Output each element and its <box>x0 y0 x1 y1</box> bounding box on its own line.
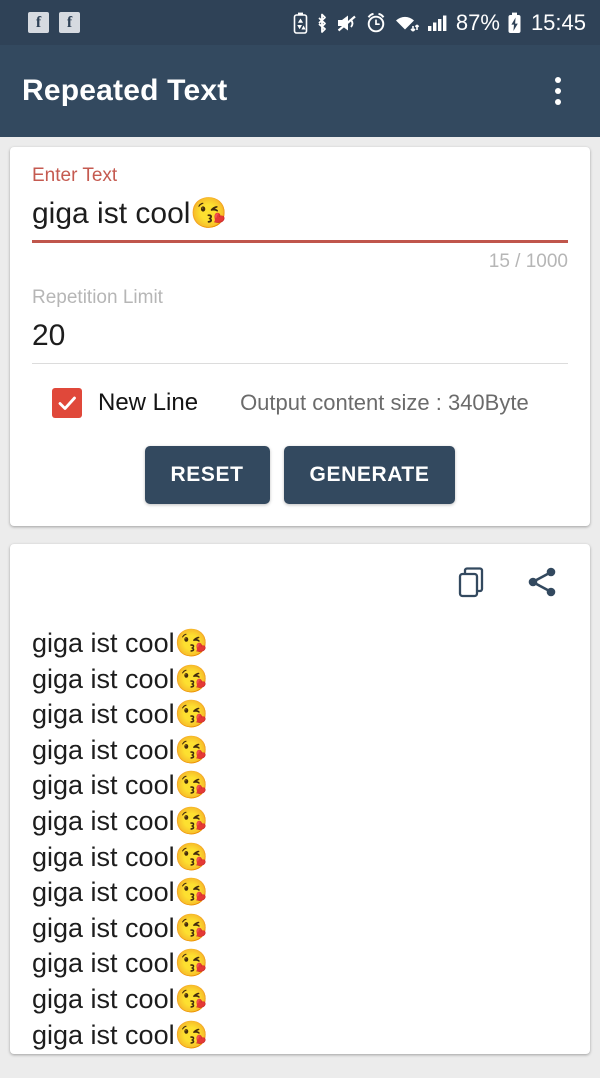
app-bar: Repeated Text <box>0 45 600 137</box>
battery-saver-icon <box>293 12 308 34</box>
check-icon <box>58 396 76 410</box>
repetition-limit-input[interactable]: 20 <box>32 319 568 362</box>
output-line: giga ist cool😘 <box>32 770 209 801</box>
status-bar: f f 87% 15:45 <box>0 0 600 45</box>
generate-button[interactable]: GENERATE <box>283 446 456 504</box>
facebook-icon: f <box>59 12 80 33</box>
alarm-icon <box>365 12 387 34</box>
enter-text-input[interactable]: giga ist cool😘 <box>32 197 568 240</box>
output-line: giga ist cool😘 <box>32 805 209 836</box>
bluetooth-icon <box>315 12 329 34</box>
copy-icon[interactable] <box>450 560 494 604</box>
new-line-checkbox[interactable] <box>52 388 82 418</box>
output-line: giga ist cool😘 <box>32 663 209 694</box>
output-line: giga ist cool😘 <box>32 1019 209 1050</box>
output-line: giga ist cool😘 <box>32 983 209 1014</box>
clock-label: 15:45 <box>530 9 586 35</box>
status-bar-system-icons: 87% 15:45 <box>293 10 586 36</box>
new-line-label: New Line <box>98 389 199 416</box>
output-line: giga ist cool😘 <box>32 628 209 658</box>
battery-charging-icon <box>507 12 522 34</box>
more-options-icon[interactable] <box>538 66 578 116</box>
output-line: giga ist cool😘 <box>32 841 209 872</box>
output-line: giga ist cool😘 <box>32 912 209 943</box>
output-size-label: Output content size : 340Byte <box>240 390 529 415</box>
battery-percent-label: 87% <box>455 9 500 35</box>
output-line: giga ist cool😘 <box>32 948 209 979</box>
output-line: giga ist cool😘 <box>32 734 209 765</box>
input-card: Enter Text giga ist cool😘 15 / 1000 Repe… <box>10 147 590 526</box>
repetition-limit-label: Repetition Limit <box>32 286 163 308</box>
mute-icon <box>336 12 358 34</box>
character-counter: 15 / 1000 <box>488 250 568 272</box>
app-screen: f f 87% 15:45 Repeated Text Enter Text g… <box>0 0 600 1078</box>
enter-text-label: Enter Text <box>32 165 118 186</box>
reset-button[interactable]: RESET <box>144 446 270 504</box>
output-actions <box>28 560 572 604</box>
new-line-row: New Line Output content size : 340Byte <box>32 388 568 418</box>
dot <box>555 88 561 94</box>
status-bar-notifications: f f <box>28 12 80 33</box>
page-title: Repeated Text <box>22 74 228 107</box>
signal-icon <box>427 12 449 34</box>
repetition-limit-underline <box>32 363 568 364</box>
dot <box>555 77 561 83</box>
action-buttons: RESET GENERATE <box>32 446 568 504</box>
dot <box>555 99 561 105</box>
share-icon[interactable] <box>520 560 564 604</box>
facebook-icon: f <box>28 12 49 33</box>
enter-text-underline <box>32 239 568 243</box>
wifi-icon <box>394 12 420 34</box>
output-card: giga ist cool😘 giga ist cool😘 giga ist coo… <box>10 544 590 1054</box>
output-line: giga ist cool😘 <box>32 699 209 730</box>
output-line: giga ist cool😘 <box>32 877 209 908</box>
output-text[interactable]: giga ist cool😘 giga ist cool😘 giga ist coo… <box>28 626 572 1053</box>
